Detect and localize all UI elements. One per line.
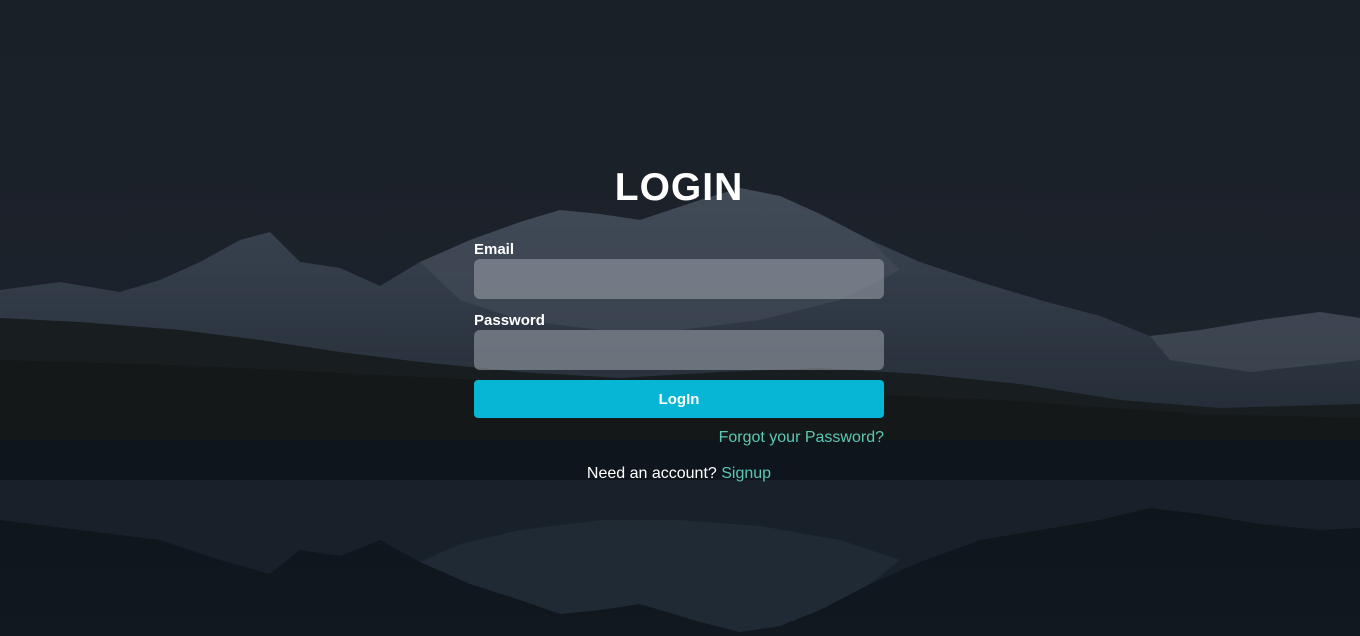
- password-label: Password: [474, 312, 545, 329]
- forgot-password-link[interactable]: Forgot your Password?: [719, 429, 884, 446]
- login-button[interactable]: LogIn: [474, 380, 884, 418]
- login-form: LOGIN Email Password LogIn Forgot your P…: [474, 160, 884, 483]
- signup-prompt: Need an account?: [586, 465, 717, 482]
- forgot-password-row: Forgot your Password?: [474, 429, 884, 447]
- password-input[interactable]: [474, 330, 884, 370]
- login-title: LOGIN: [614, 166, 744, 209]
- signup-row: Need an account? Signup: [474, 465, 884, 483]
- email-label: Email: [474, 241, 515, 258]
- email-input[interactable]: [474, 259, 884, 299]
- signup-link[interactable]: Signup: [721, 465, 771, 482]
